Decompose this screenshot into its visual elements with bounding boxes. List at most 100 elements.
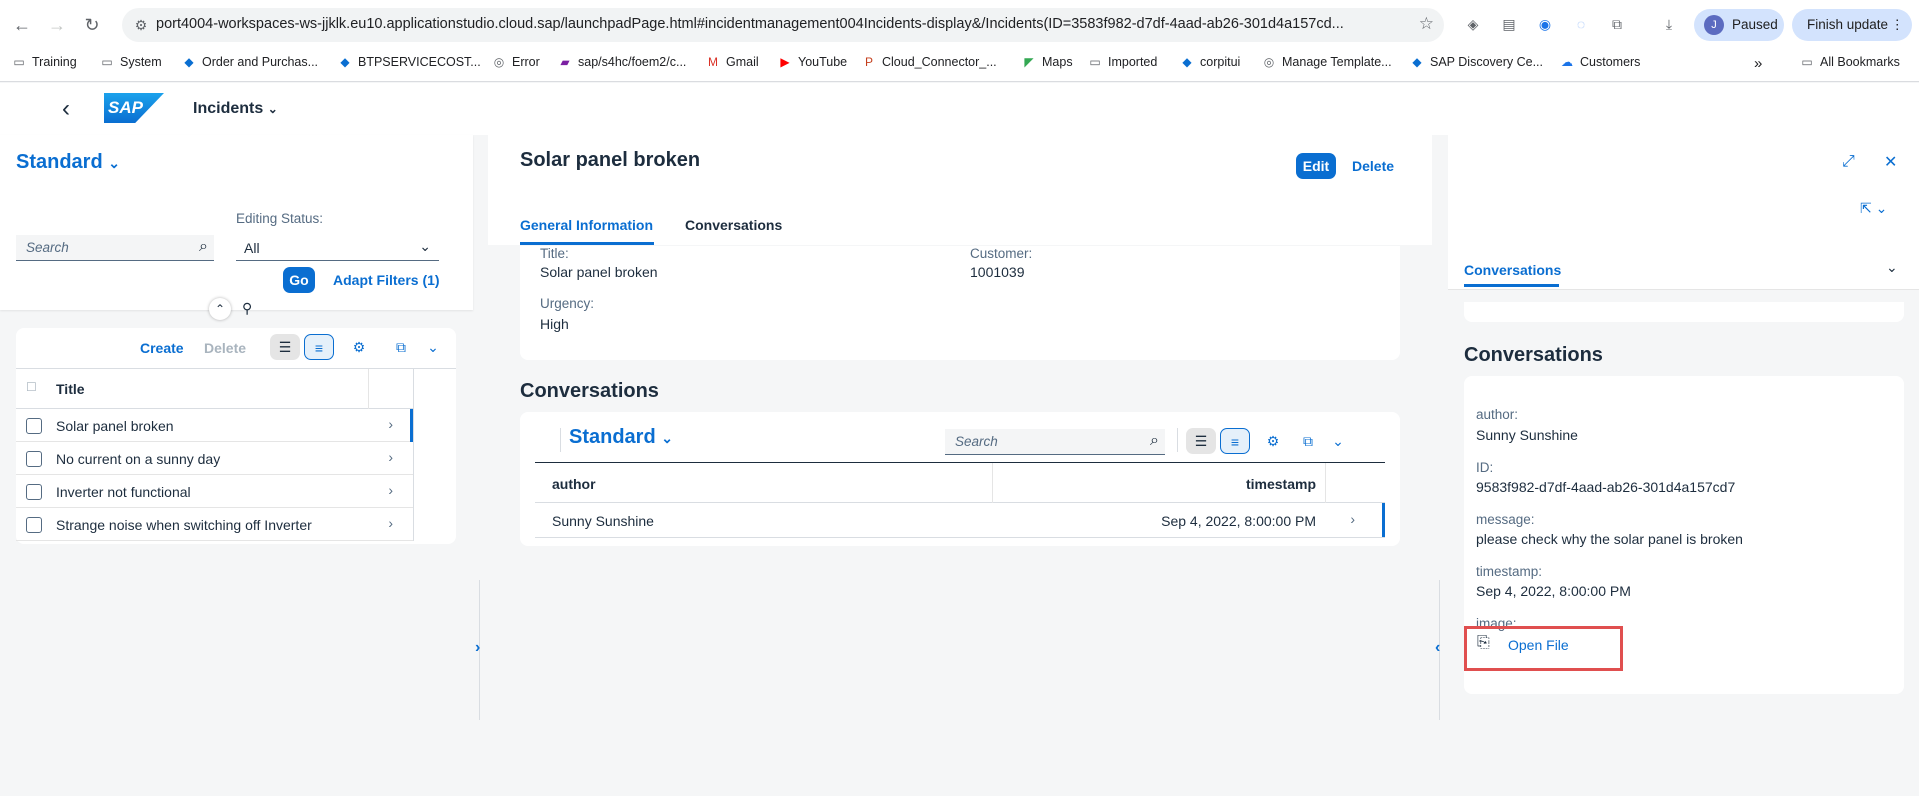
table-row[interactable]: No current on a sunny day › bbox=[16, 442, 413, 475]
tab-conversations[interactable]: Conversations bbox=[1464, 262, 1561, 278]
export-icon[interactable]: ⧉ bbox=[386, 334, 416, 360]
table-view-icon[interactable]: ☰ bbox=[270, 334, 300, 360]
back-arrow-icon[interactable]: ← bbox=[10, 13, 34, 37]
column-divider bbox=[368, 369, 369, 409]
timestamp-value: Sep 4, 2022, 8:00:00 PM bbox=[1476, 583, 1631, 599]
tab-indicator bbox=[1464, 284, 1559, 287]
select-all-icon[interactable]: ☐ bbox=[26, 380, 37, 394]
pin-header-icon[interactable]: ⚲ bbox=[242, 300, 252, 317]
row-checkbox[interactable] bbox=[26, 451, 42, 467]
export-menu-chevron-icon[interactable]: ⌄ bbox=[418, 334, 448, 360]
delete-button[interactable]: Delete bbox=[204, 340, 246, 356]
search-input[interactable]: Search ⌕ bbox=[16, 235, 214, 261]
bookmark-star-icon[interactable]: ☆ bbox=[1419, 14, 1434, 34]
export-menu-chevron-icon[interactable]: ⌄ bbox=[1323, 428, 1353, 454]
extension-2-icon[interactable]: ▤ bbox=[1498, 13, 1520, 35]
bookmark-cloud-connector[interactable]: P Cloud_Connector_... bbox=[862, 55, 997, 69]
tab-conversations[interactable]: Conversations bbox=[685, 217, 782, 233]
list-view-icon[interactable]: ≡ bbox=[1220, 428, 1250, 454]
bookmark-training[interactable]: ▭ Training bbox=[12, 55, 76, 69]
id-label: ID: bbox=[1476, 460, 1494, 475]
bookmark-order[interactable]: ◆ Order and Purchas... bbox=[182, 55, 318, 69]
divider bbox=[560, 428, 561, 452]
finish-update-label: Finish update bbox=[1807, 17, 1889, 32]
search-icon[interactable]: ⌕ bbox=[1150, 432, 1159, 450]
finish-update-button[interactable]: Finish update ⋮ bbox=[1792, 9, 1912, 41]
row-checkbox[interactable] bbox=[26, 418, 42, 434]
site-settings-icon[interactable]: ⚙ bbox=[132, 16, 150, 34]
bookmark-sap-discovery[interactable]: ◆ SAP Discovery Ce... bbox=[1410, 55, 1543, 69]
create-button[interactable]: Create bbox=[140, 340, 184, 356]
bookmark-imported[interactable]: ▭ Imported bbox=[1088, 55, 1157, 69]
search-icon[interactable]: ⌕ bbox=[199, 238, 208, 256]
table-view-icon[interactable]: ☰ bbox=[1186, 428, 1216, 454]
incidents-table: Create Delete ☰ ≡ ⚙ ⧉ ⌄ ☐ Title Solar pa… bbox=[16, 328, 456, 544]
bookmark-system[interactable]: ▭ System bbox=[100, 55, 161, 69]
delete-button[interactable]: Delete bbox=[1352, 158, 1394, 174]
extension-4-icon[interactable]: ◌ bbox=[1570, 13, 1592, 35]
extensions-puzzle-icon[interactable]: ⧉ bbox=[1606, 13, 1628, 35]
bookmark-gmail[interactable]: M Gmail bbox=[706, 55, 759, 69]
forward-arrow-icon[interactable]: → bbox=[45, 13, 69, 37]
close-icon[interactable]: ✕ bbox=[1884, 152, 1897, 172]
profile-button[interactable]: J Paused bbox=[1694, 9, 1784, 41]
gear-icon[interactable]: ⚙ bbox=[1258, 428, 1288, 454]
bookmark-manage-template[interactable]: ◎ Manage Template... bbox=[1262, 55, 1392, 69]
bookmark-maps[interactable]: ◤ Maps bbox=[1022, 55, 1072, 69]
detail-section-title: Conversations bbox=[1464, 344, 1603, 366]
table-row[interactable]: Inverter not functional › bbox=[16, 475, 413, 508]
row-checkbox[interactable] bbox=[26, 484, 42, 500]
page-icon: ▰ bbox=[560, 55, 570, 69]
edit-button[interactable]: Edit bbox=[1296, 153, 1336, 179]
conversations-section-title: Conversations bbox=[520, 380, 659, 402]
table-row[interactable]: Strange noise when switching off Inverte… bbox=[16, 508, 413, 541]
url-text[interactable]: port4004-workspaces-ws-jjklk.eu10.applic… bbox=[156, 16, 1396, 32]
collapse-header-icon[interactable]: ⌃ bbox=[209, 298, 231, 320]
folder-icon: ▭ bbox=[13, 55, 25, 69]
reload-icon[interactable]: ↻ bbox=[80, 13, 104, 37]
editing-status-select[interactable]: All ⌄ bbox=[236, 235, 439, 261]
chevron-down-icon: ⌄ bbox=[661, 430, 673, 446]
tab-general-information[interactable]: General Information bbox=[520, 217, 653, 233]
folder-icon: ▭ bbox=[101, 55, 113, 69]
adapt-filters-button[interactable]: Adapt Filters (1) bbox=[333, 272, 440, 288]
conv-variant-selector[interactable]: Standard ⌄ bbox=[569, 426, 673, 449]
table-row[interactable]: Sunny Sunshine Sep 4, 2022, 8:00:00 PM › bbox=[535, 503, 1385, 538]
share-icon[interactable]: ⇱ ⌄ bbox=[1860, 200, 1887, 217]
sap-icon: ◆ bbox=[1182, 55, 1192, 69]
column-title[interactable]: Title bbox=[56, 381, 85, 397]
editing-status-label: Editing Status: bbox=[236, 211, 324, 226]
row-checkbox[interactable] bbox=[26, 517, 42, 533]
back-nav-icon[interactable]: ‹ bbox=[62, 95, 70, 123]
table-row[interactable]: Solar panel broken › bbox=[16, 409, 413, 442]
variant-selector[interactable]: Standard ⌄ bbox=[16, 151, 120, 174]
go-button[interactable]: Go bbox=[283, 267, 315, 293]
sap-logo[interactable]: SAP bbox=[104, 93, 164, 123]
bookmark-btpservice[interactable]: ◆ BTPSERVICECOST... bbox=[338, 55, 480, 69]
extension-3-icon[interactable]: ◉ bbox=[1534, 13, 1556, 35]
extension-1-icon[interactable]: ◈ bbox=[1462, 13, 1484, 35]
chevron-down-icon[interactable]: ⌄ bbox=[1886, 259, 1898, 276]
address-bar[interactable]: ⚙ port4004-workspaces-ws-jjklk.eu10.appl… bbox=[122, 8, 1444, 42]
app-title[interactable]: Incidents ⌄ bbox=[193, 100, 278, 118]
bookmarks-overflow-icon[interactable]: » bbox=[1754, 55, 1762, 72]
author-value: Sunny Sunshine bbox=[1476, 427, 1578, 443]
all-bookmarks[interactable]: ▭ All Bookmarks bbox=[1800, 55, 1900, 69]
conv-search-input[interactable]: Search ⌕ bbox=[945, 429, 1165, 455]
more-menu-icon[interactable]: ⋮ bbox=[1891, 9, 1905, 41]
download-icon[interactable]: ⤓ bbox=[1658, 13, 1680, 35]
title-value: Solar panel broken bbox=[540, 264, 658, 280]
export-icon[interactable]: ⧉ bbox=[1293, 428, 1323, 454]
expand-left-icon[interactable]: ‹ bbox=[1435, 639, 1440, 657]
bookmark-customers[interactable]: ☁ Customers bbox=[1560, 55, 1640, 69]
column-timestamp[interactable]: timestamp bbox=[1246, 476, 1316, 492]
list-view-icon[interactable]: ≡ bbox=[304, 334, 334, 360]
gear-icon[interactable]: ⚙ bbox=[344, 334, 374, 360]
bookmark-corpitui[interactable]: ◆ corpitui bbox=[1180, 55, 1240, 69]
expand-right-icon[interactable]: › bbox=[475, 639, 480, 657]
column-author[interactable]: author bbox=[552, 476, 596, 492]
bookmark-error[interactable]: ◎ Error bbox=[492, 55, 540, 69]
bookmark-youtube[interactable]: ▶ YouTube bbox=[778, 55, 847, 69]
bookmark-s4hc[interactable]: ▰ sap/s4hc/foem2/c... bbox=[558, 55, 686, 69]
fullscreen-icon[interactable]: ⤢ bbox=[1842, 153, 1855, 171]
